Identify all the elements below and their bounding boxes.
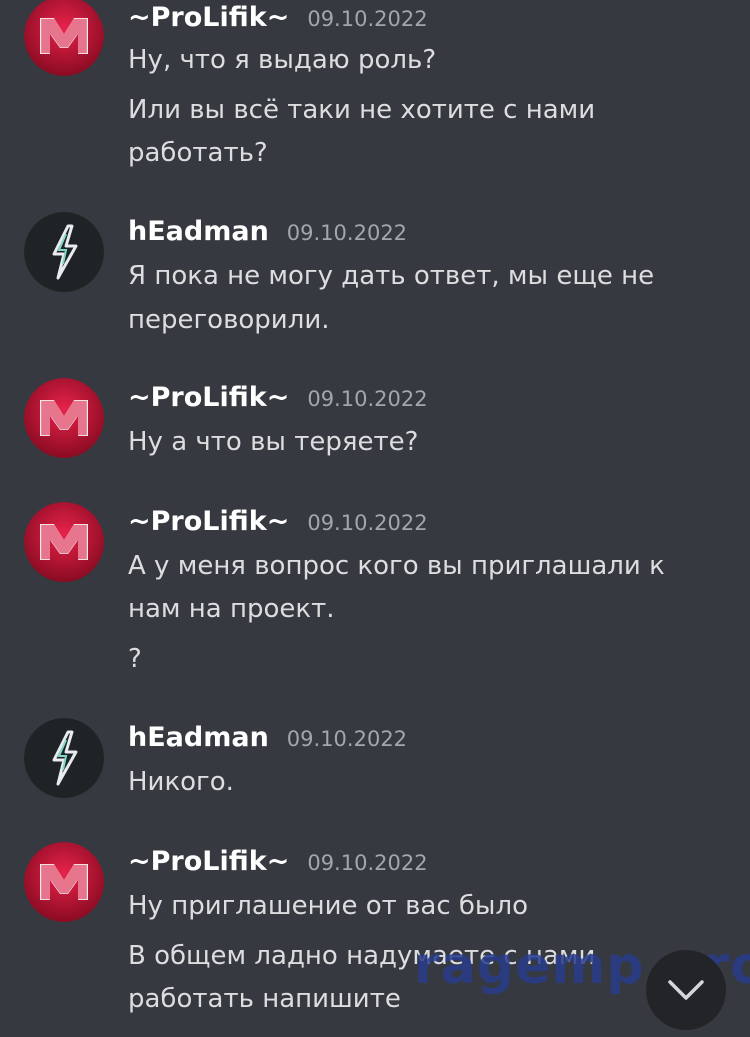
message-text: Я пока не могу дать ответ, мы еще не (128, 261, 655, 291)
red-m-logo-icon (24, 378, 104, 458)
avatar[interactable] (24, 502, 104, 582)
red-m-logo-icon (24, 0, 104, 76)
timestamp: 09.10.2022 (307, 851, 428, 875)
timestamp: 09.10.2022 (307, 511, 428, 535)
message-text: Никого. (128, 767, 234, 797)
message-text: переговорили. (128, 305, 330, 335)
chevron-down-icon (668, 980, 704, 1000)
author-name[interactable]: ~ProLifik~ (128, 506, 289, 537)
message-text: работать напишите (128, 984, 401, 1014)
message-text: ? (128, 644, 142, 674)
avatar[interactable] (24, 378, 104, 458)
author-name[interactable]: hEadman (128, 722, 269, 753)
chat-messages: ~ProLifik~ 09.10.2022 Ну, что я выдаю ро… (0, 0, 750, 1037)
message-text: Ну приглашение от вас было (128, 891, 528, 921)
message-text: Ну а что вы теряете? (128, 427, 419, 457)
author-name[interactable]: ~ProLifik~ (128, 846, 289, 877)
lightning-logo-icon (24, 718, 104, 798)
scroll-to-bottom-button[interactable] (646, 950, 726, 1030)
author-name[interactable]: hEadman (128, 216, 269, 247)
timestamp: 09.10.2022 (286, 221, 408, 245)
avatar[interactable] (24, 212, 104, 292)
message-text: работать? (128, 138, 268, 168)
message-text: нам на проект. (128, 594, 335, 624)
red-m-logo-icon (24, 842, 104, 922)
author-name[interactable]: ~ProLifik~ (128, 382, 289, 413)
timestamp: 09.10.2022 (286, 727, 408, 751)
timestamp: 09.10.2022 (307, 387, 428, 411)
lightning-logo-icon (24, 212, 104, 292)
message-text: Ну, что я выдаю роль? (128, 45, 437, 75)
timestamp: 09.10.2022 (307, 7, 428, 31)
message-text: Или вы всё таки не хотите с нами (128, 95, 596, 125)
avatar[interactable] (24, 718, 104, 798)
message-text: В общем ладно надумаете с нами (128, 941, 596, 971)
avatar[interactable] (24, 842, 104, 922)
message-text: А у меня вопрос кого вы приглашали к (128, 551, 665, 581)
avatar[interactable] (24, 0, 104, 76)
red-m-logo-icon (24, 502, 104, 582)
author-name[interactable]: ~ProLifik~ (128, 2, 289, 33)
